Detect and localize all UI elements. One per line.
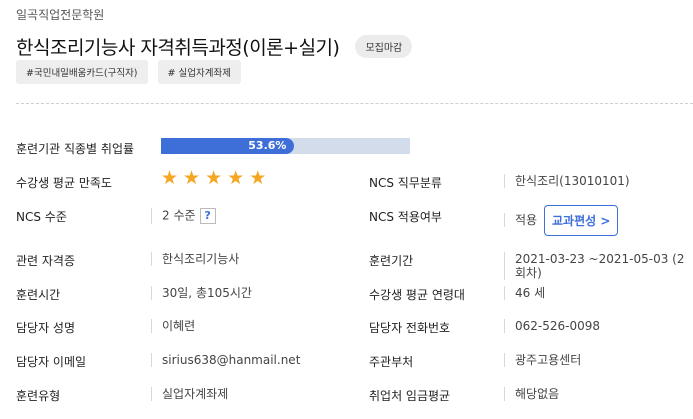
institute-name: 일곡직업전문학원	[16, 8, 105, 22]
employment-rate-value: 53.6%	[248, 139, 287, 152]
tag-list: #국민내일배움카드(구직자) # 실업자계좌제	[16, 60, 241, 84]
certificate-value: 한식조리기능사	[151, 252, 239, 266]
department-value: 광주고용센터	[504, 353, 581, 367]
employment-rate-bar: 53.6%	[161, 138, 410, 154]
curriculum-button[interactable]: 교과편성 >	[544, 205, 619, 236]
ncs-applied-value: 적용	[504, 213, 537, 227]
employment-rate-label: 훈련기관 직종별 취업률	[16, 142, 135, 156]
certificate-label: 관련 자격증	[16, 254, 76, 268]
manager-name-value: 이혜련	[151, 319, 195, 333]
ncs-category-value: 한식조리(13010101)	[504, 174, 630, 188]
avg-wage-label: 취업처 임금평균	[369, 389, 451, 403]
avg-age-value: 46 세	[504, 286, 545, 300]
employment-rate-fill: 53.6%	[161, 138, 295, 154]
manager-name-label: 담당자 성명	[16, 321, 76, 335]
status-badge: 모집마감	[355, 35, 413, 58]
avg-age-label: 수강생 평균 연령대	[369, 288, 465, 302]
hours-value: 30일, 총105시간	[151, 286, 252, 300]
tag-account[interactable]: # 실업자계좌제	[157, 60, 241, 84]
manager-email-label: 담당자 이메일	[16, 355, 87, 369]
department-label: 주관부처	[369, 355, 414, 369]
star-icon: ★	[205, 167, 223, 189]
period-label: 훈련기간	[369, 254, 414, 268]
course-title: 한식조리기능사 자격취득과정(이론+실기)	[16, 37, 340, 59]
ncs-level-label: NCS 수준	[16, 210, 67, 224]
star-icon: ★	[183, 167, 201, 189]
ncs-level-value: 2 수준	[162, 208, 196, 223]
avg-wage-value: 해당없음	[504, 387, 559, 401]
star-icon: ★	[227, 167, 245, 189]
star-icon: ★	[249, 167, 267, 189]
training-type-value: 실업자계좌제	[151, 387, 228, 401]
manager-phone-value: 062-526-0098	[504, 319, 600, 333]
ncs-category-label: NCS 직무분류	[369, 176, 442, 190]
hours-label: 훈련시간	[16, 288, 61, 302]
satisfaction-label: 수강생 평균 만족도	[16, 176, 112, 190]
divider	[16, 103, 693, 104]
ncs-applied-label: NCS 적용여부	[369, 210, 442, 224]
training-type-label: 훈련유형	[16, 389, 61, 403]
period-value: 2021-03-23 ~2021-05-03 (2회차)	[504, 252, 693, 280]
satisfaction-stars: ★ ★ ★ ★ ★	[161, 168, 266, 188]
tag-card[interactable]: #국민내일배움카드(구직자)	[16, 60, 148, 84]
help-icon[interactable]: ?	[199, 208, 216, 224]
manager-phone-label: 담당자 전화번호	[369, 321, 451, 335]
title-row: 한식조리기능사 자격취득과정(이론+실기) 모집마감	[16, 33, 413, 60]
manager-email-value: sirius638@hanmail.net	[151, 353, 300, 367]
ncs-level-value-wrap: 2 수준?	[151, 208, 216, 224]
star-icon: ★	[161, 167, 179, 189]
